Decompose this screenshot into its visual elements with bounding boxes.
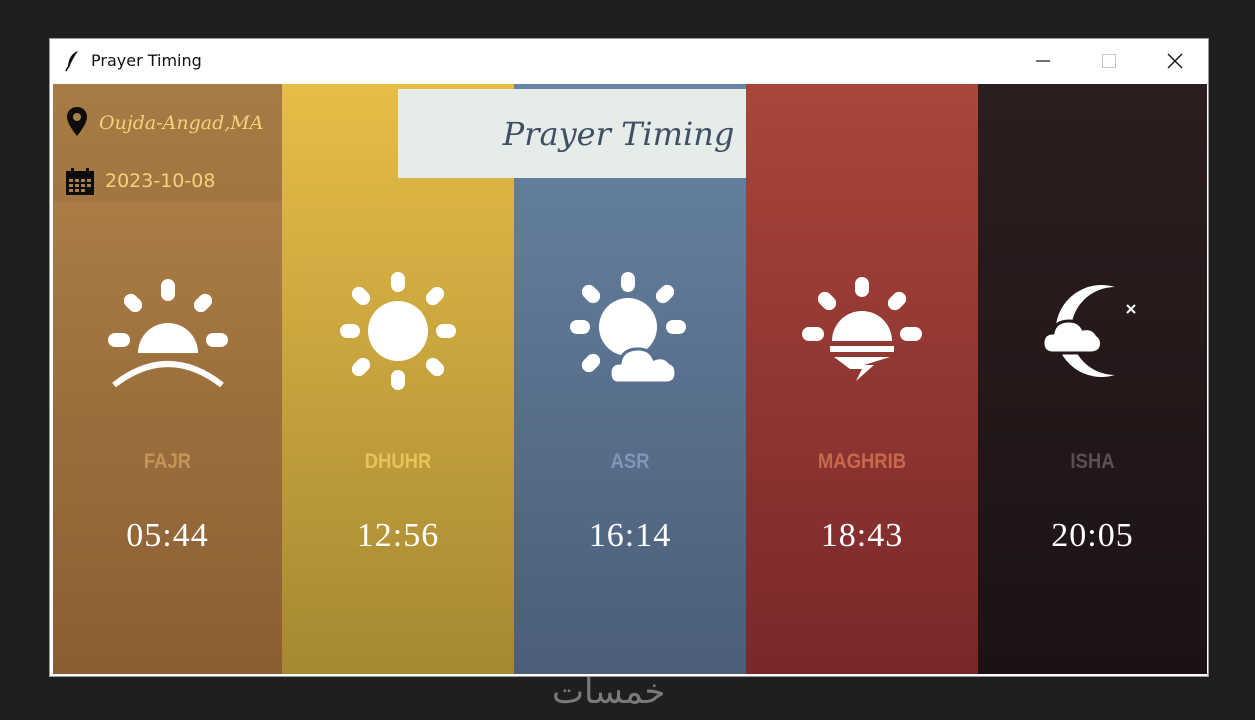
prayer-column-isha: ISHA 20:05 [978, 84, 1207, 674]
prayer-column-fajr: Oujda-Angad,MA 2023-10-08 FAJR 05:44 [53, 84, 282, 674]
prayer-panel: Oujda-Angad,MA 2023-10-08 FAJR 05:44 DHU… [53, 84, 1207, 674]
maximize-button[interactable] [1086, 39, 1132, 83]
location-text: Oujda-Angad,MA [99, 112, 264, 134]
title-bar[interactable]: Prayer Timing [50, 39, 1208, 83]
date-text: 2023-10-08 [105, 170, 216, 192]
sunrise-icon [107, 279, 228, 388]
sun-cloud-icon [570, 272, 686, 385]
feather-icon [65, 51, 78, 72]
prayer-name: FAJR [143, 450, 192, 473]
sun-icon [340, 272, 456, 390]
prayer-time: 16:14 [588, 517, 672, 554]
minimize-button[interactable] [1020, 39, 1066, 83]
prayer-time: 05:44 [126, 517, 209, 554]
window-title: Prayer Timing [91, 51, 202, 70]
location-date-box: Oujda-Angad,MA 2023-10-08 [53, 84, 282, 202]
prayer-name: ASR [610, 450, 650, 473]
map-pin-icon [67, 107, 87, 136]
prayer-name: ISHA [1070, 450, 1115, 473]
close-button[interactable] [1152, 39, 1198, 83]
minimize-icon [1036, 60, 1050, 62]
prayer-column-maghrib: MAGHRIB 18:43 [746, 84, 978, 674]
maximize-icon [1102, 54, 1116, 68]
close-icon [1167, 53, 1183, 69]
prayer-time: 18:43 [820, 517, 904, 554]
sunset-icon [802, 277, 922, 381]
prayer-column-asr: Prayer Timing ASR 16:14 [398, 84, 839, 674]
moon-cloud-icon [1040, 285, 1136, 377]
watermark: خمسات [552, 672, 666, 712]
prayer-time: 20:05 [1051, 517, 1134, 554]
calendar-icon [66, 168, 94, 195]
prayer-time: 12:56 [356, 517, 440, 554]
app-window: Prayer Timing Oujda-Angad,MA 2023-10-08 … [49, 38, 1209, 677]
prayer-name: DHUHR [364, 450, 432, 473]
prayer-name: MAGHRIB [817, 450, 907, 473]
